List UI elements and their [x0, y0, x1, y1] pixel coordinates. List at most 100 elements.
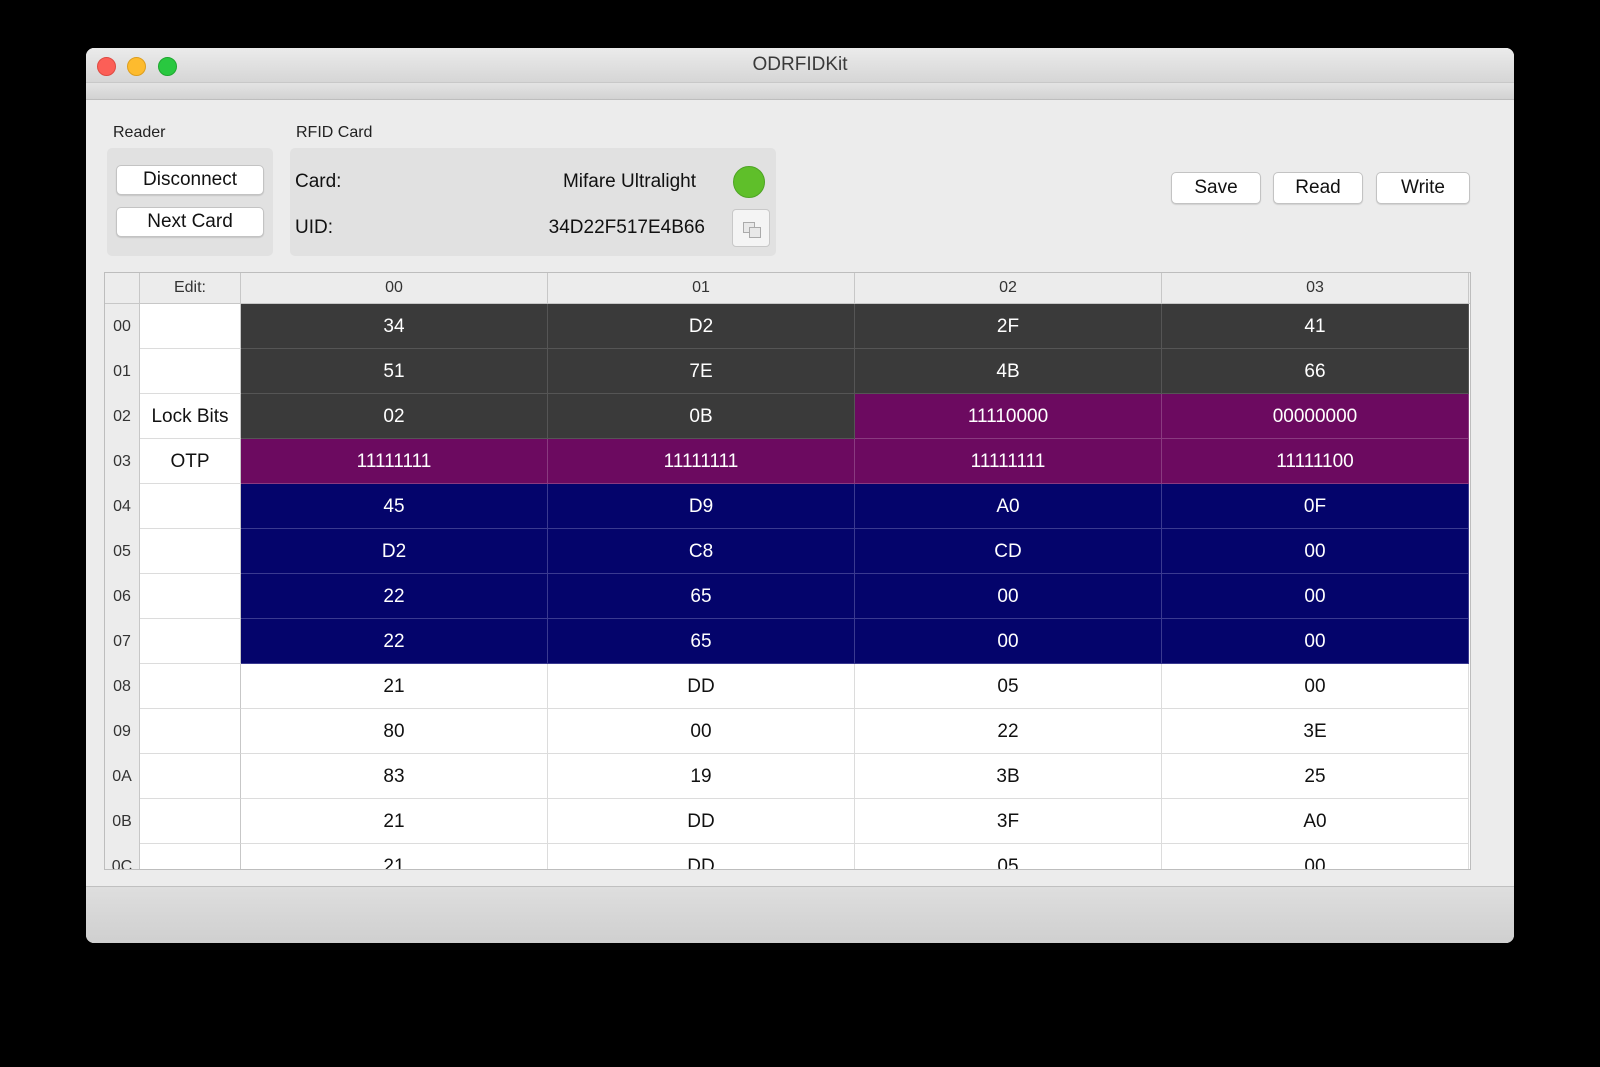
edit-cell[interactable]: Lock Bits [140, 394, 241, 439]
byte-cell[interactable]: 34 [241, 304, 548, 349]
column-header-03[interactable]: 03 [1162, 273, 1469, 303]
copy-uid-button[interactable] [732, 209, 770, 247]
byte-cell[interactable]: A0 [1162, 799, 1469, 844]
card-status-indicator [733, 166, 765, 198]
byte-cell[interactable]: 0B [548, 394, 855, 439]
byte-cell[interactable]: DD [548, 844, 855, 869]
byte-cell[interactable]: 80 [241, 709, 548, 754]
byte-cell[interactable]: 3E [1162, 709, 1469, 754]
byte-cell[interactable]: 05 [855, 664, 1162, 709]
edit-cell[interactable] [140, 574, 241, 619]
edit-cell[interactable] [140, 799, 241, 844]
byte-cell[interactable]: 41 [1162, 304, 1469, 349]
row-index-label: 0A [105, 754, 140, 799]
byte-cell[interactable]: 22 [241, 574, 548, 619]
byte-cell[interactable]: 19 [548, 754, 855, 799]
memory-table[interactable]: Edit: 00 01 02 03 00 34 D2 2F 41 01 51 7E 4B 66 02… [104, 272, 1471, 870]
byte-cell[interactable]: 0F [1162, 484, 1469, 529]
edit-cell[interactable] [140, 844, 241, 869]
reader-group-label: Reader [113, 124, 166, 141]
byte-cell[interactable]: 21 [241, 844, 548, 869]
byte-cell[interactable]: 00 [1162, 619, 1469, 664]
byte-cell[interactable]: 4B [855, 349, 1162, 394]
disconnect-button[interactable]: Disconnect [116, 165, 264, 195]
column-header-02[interactable]: 02 [855, 273, 1162, 303]
card-label: Card: [295, 171, 342, 192]
edit-cell[interactable] [140, 484, 241, 529]
row-index-label: 05 [105, 529, 140, 574]
row-index-label: 07 [105, 619, 140, 664]
byte-cell[interactable]: 51 [241, 349, 548, 394]
byte-cell[interactable]: 7E [548, 349, 855, 394]
byte-cell[interactable]: A0 [855, 484, 1162, 529]
byte-cell[interactable]: DD [548, 664, 855, 709]
next-card-button[interactable]: Next Card [116, 207, 264, 237]
table-header: Edit: 00 01 02 03 [105, 273, 1470, 304]
save-button[interactable]: Save [1171, 172, 1261, 204]
edit-cell[interactable] [140, 304, 241, 349]
byte-cell[interactable]: C8 [548, 529, 855, 574]
byte-cell[interactable]: 22 [241, 619, 548, 664]
byte-cell[interactable]: DD [548, 799, 855, 844]
byte-cell[interactable]: 83 [241, 754, 548, 799]
byte-cell[interactable]: 00 [548, 709, 855, 754]
rfid-group-label: RFID Card [296, 124, 373, 141]
toolbar-strip [86, 83, 1514, 100]
byte-cell[interactable]: D2 [548, 304, 855, 349]
byte-cell[interactable]: 11110000 [855, 394, 1162, 439]
edit-cell[interactable] [140, 619, 241, 664]
edit-cell[interactable] [140, 754, 241, 799]
byte-cell[interactable]: D9 [548, 484, 855, 529]
card-type-value: Mifare Ultralight [562, 171, 696, 192]
byte-cell[interactable]: CD [855, 529, 1162, 574]
table-row: 00 34 D2 2F 41 [105, 304, 1470, 349]
row-index-label: 08 [105, 664, 140, 709]
byte-cell[interactable]: 3B [855, 754, 1162, 799]
write-button[interactable]: Write [1376, 172, 1470, 204]
byte-cell[interactable]: 02 [241, 394, 548, 439]
table-row: 0B 21 DD 3F A0 [105, 799, 1470, 844]
byte-cell[interactable]: 65 [548, 574, 855, 619]
reader-group-box: Disconnect Next Card [107, 148, 273, 256]
byte-cell[interactable]: 11111111 [855, 439, 1162, 484]
byte-cell[interactable]: 00 [855, 619, 1162, 664]
column-header-00[interactable]: 00 [241, 273, 548, 303]
byte-cell[interactable]: 2F [855, 304, 1162, 349]
table-row: 07 22 65 00 00 [105, 619, 1470, 664]
window-title: ODRFIDKit [752, 54, 848, 75]
edit-cell[interactable] [140, 709, 241, 754]
byte-cell[interactable]: 65 [548, 619, 855, 664]
byte-cell[interactable]: 00000000 [1162, 394, 1469, 439]
byte-cell[interactable]: 00 [1162, 664, 1469, 709]
byte-cell[interactable]: D2 [241, 529, 548, 574]
byte-cell[interactable]: 66 [1162, 349, 1469, 394]
byte-cell[interactable]: 45 [241, 484, 548, 529]
byte-cell[interactable]: 00 [1162, 844, 1469, 869]
byte-cell[interactable]: 00 [855, 574, 1162, 619]
byte-cell[interactable]: 05 [855, 844, 1162, 869]
edit-cell[interactable]: OTP [140, 439, 241, 484]
byte-cell[interactable]: 21 [241, 664, 548, 709]
read-button[interactable]: Read [1273, 172, 1363, 204]
byte-cell[interactable]: 00 [1162, 574, 1469, 619]
byte-cell[interactable]: 11111100 [1162, 439, 1469, 484]
edit-cell[interactable] [140, 349, 241, 394]
row-index-label: 00 [105, 304, 140, 349]
table-row: 03 OTP 11111111 11111111 11111111 11111100 [105, 439, 1470, 484]
edit-cell[interactable] [140, 529, 241, 574]
byte-cell[interactable]: 22 [855, 709, 1162, 754]
edit-cell[interactable] [140, 664, 241, 709]
row-index-label: 04 [105, 484, 140, 529]
byte-cell[interactable]: 11111111 [548, 439, 855, 484]
rfid-group-box: Card: Mifare Ultralight UID: 34D22F517E4… [290, 148, 776, 256]
row-index-header [105, 273, 140, 303]
column-header-01[interactable]: 01 [548, 273, 855, 303]
row-index-label: 0C [105, 844, 140, 869]
byte-cell[interactable]: 00 [1162, 529, 1469, 574]
table-row: 05 D2 C8 CD 00 [105, 529, 1470, 574]
byte-cell[interactable]: 11111111 [241, 439, 548, 484]
table-row: 02 Lock Bits 02 0B 11110000 00000000 [105, 394, 1470, 439]
byte-cell[interactable]: 3F [855, 799, 1162, 844]
byte-cell[interactable]: 25 [1162, 754, 1469, 799]
byte-cell[interactable]: 21 [241, 799, 548, 844]
